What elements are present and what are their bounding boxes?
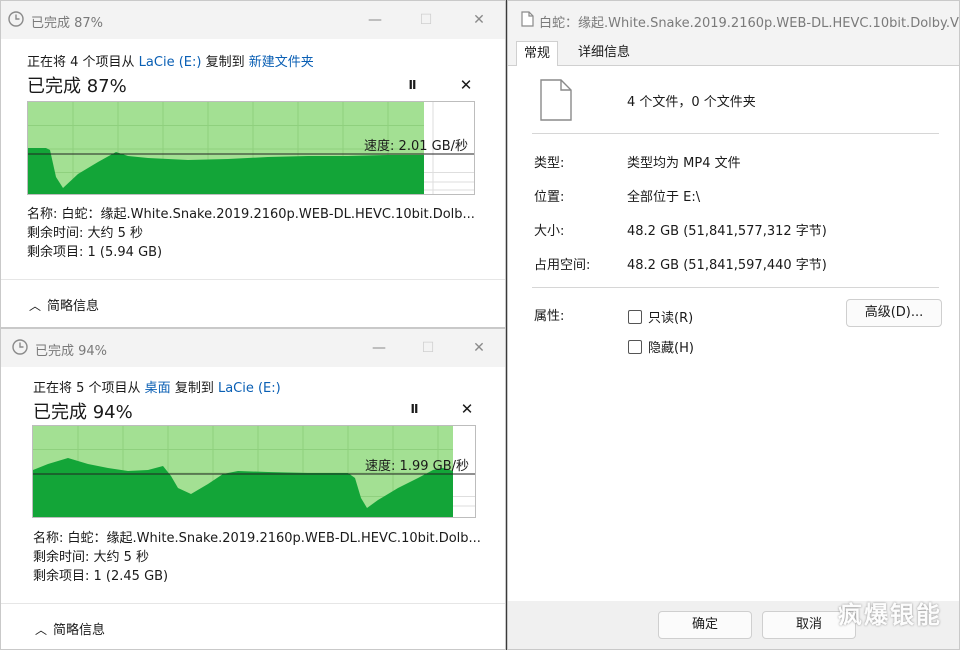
hidden-checkbox[interactable]: 隐藏(H) bbox=[628, 337, 694, 356]
cancel-copy-button[interactable]: ✕ bbox=[456, 75, 476, 95]
minimize-button[interactable]: — bbox=[357, 335, 401, 361]
title-bar: 白蛇：缘起.White.Snake.2019.2160p.WEB-DL.HEVC… bbox=[508, 1, 959, 39]
tab-bar: 常规 详细信息 bbox=[508, 39, 959, 66]
window-title: 白蛇：缘起.White.Snake.2019.2160p.WEB-DL.HEVC… bbox=[539, 16, 960, 31]
chevron-up-icon: ︿ bbox=[35, 623, 48, 637]
title-bar: 已完成 94% — ☐ ✕ bbox=[1, 329, 505, 367]
disk-size-value: 48.2 GB (51,841,597,440 字节) bbox=[627, 258, 827, 273]
checkbox-box[interactable] bbox=[628, 340, 642, 354]
size-label: 大小: bbox=[534, 224, 565, 239]
copy-dialog-2: 已完成 94% — ☐ ✕ 正在将 5 个项目从 桌面 复制到 LaCie (E… bbox=[0, 328, 506, 650]
checkbox-box[interactable] bbox=[628, 310, 642, 324]
copy-description: 正在将 4 个项目从 LaCie (E:) 复制到 新建文件夹 bbox=[27, 51, 314, 70]
divider bbox=[532, 287, 939, 288]
location-value: 全部位于 E:\ bbox=[627, 190, 701, 205]
file-name: 名称: 白蛇：缘起.White.Snake.2019.2160p.WEB-DL.… bbox=[27, 207, 475, 222]
percent-complete: 已完成 94% bbox=[33, 402, 133, 423]
copy-text: 正在将 4 个项目从 bbox=[27, 55, 139, 70]
speed-label: 速度: 1.99 GB/秒 bbox=[365, 459, 469, 474]
pause-button[interactable]: II bbox=[402, 75, 422, 95]
tab-details[interactable]: 详细信息 bbox=[571, 41, 637, 65]
percent-complete: 已完成 87% bbox=[27, 76, 127, 97]
watermark-text: 疯爆银能 bbox=[838, 601, 942, 629]
maximize-button[interactable]: ☐ bbox=[404, 7, 448, 33]
copy-description: 正在将 5 个项目从 桌面 复制到 LaCie (E:) bbox=[33, 377, 281, 396]
readonly-label: 只读(R) bbox=[648, 311, 694, 326]
copy-text: 复制到 bbox=[201, 55, 249, 70]
ok-button[interactable]: 确定 bbox=[658, 611, 752, 639]
title-bar: 已完成 87% — ☐ ✕ bbox=[1, 1, 505, 39]
file-icon bbox=[540, 79, 572, 121]
size-value: 48.2 GB (51,841,577,312 字节) bbox=[627, 224, 827, 239]
divider bbox=[1, 603, 505, 604]
readonly-checkbox[interactable]: 只读(R) bbox=[628, 307, 693, 326]
document-icon bbox=[521, 11, 534, 27]
chevron-up-icon: ︿ bbox=[29, 299, 42, 313]
destination-link[interactable]: 新建文件夹 bbox=[249, 55, 314, 70]
file-name: 名称: 白蛇：缘起.White.Snake.2019.2160p.WEB-DL.… bbox=[33, 531, 481, 546]
tab-general[interactable]: 常规 bbox=[516, 41, 559, 66]
time-remaining: 剩余时间: 大约 5 秒 bbox=[27, 226, 144, 241]
items-remaining: 剩余项目: 1 (5.94 GB) bbox=[27, 245, 163, 260]
close-button[interactable]: ✕ bbox=[457, 7, 501, 33]
time-remaining: 剩余时间: 大约 5 秒 bbox=[33, 550, 150, 565]
disk-size-label: 占用空间: bbox=[534, 258, 591, 273]
minimize-button[interactable]: — bbox=[353, 7, 397, 33]
copy-text: 复制到 bbox=[170, 381, 218, 396]
location-label: 位置: bbox=[534, 190, 565, 205]
speed-graph: 速度: 2.01 GB/秒 bbox=[27, 101, 475, 195]
source-link[interactable]: LaCie (E:) bbox=[139, 55, 202, 70]
copy-dialog-1: 已完成 87% — ☐ ✕ 正在将 4 个项目从 LaCie (E:) 复制到 … bbox=[0, 0, 506, 328]
divider bbox=[532, 133, 939, 134]
source-link[interactable]: 桌面 bbox=[145, 381, 171, 396]
hidden-label: 隐藏(H) bbox=[648, 341, 694, 356]
summary-label: 简略信息 bbox=[47, 299, 100, 314]
type-value: 类型均为 MP4 文件 bbox=[627, 156, 741, 171]
destination-link[interactable]: LaCie (E:) bbox=[218, 381, 281, 396]
pause-button[interactable]: II bbox=[404, 399, 424, 419]
fewer-details-toggle[interactable]: ︿ 简略信息 bbox=[35, 619, 105, 638]
type-label: 类型: bbox=[534, 156, 565, 171]
close-button[interactable]: ✕ bbox=[457, 335, 501, 361]
copy-text: 正在将 5 个项目从 bbox=[33, 381, 145, 396]
window-title: 已完成 94% bbox=[35, 344, 108, 359]
items-remaining: 剩余项目: 1 (2.45 GB) bbox=[33, 569, 169, 584]
summary-label: 简略信息 bbox=[53, 623, 106, 638]
window-title: 已完成 87% bbox=[31, 16, 104, 31]
clock-icon bbox=[12, 339, 28, 355]
properties-dialog: 白蛇：缘起.White.Snake.2019.2160p.WEB-DL.HEVC… bbox=[507, 0, 960, 650]
clock-icon bbox=[8, 11, 24, 27]
cancel-copy-button[interactable]: ✕ bbox=[457, 399, 477, 419]
advanced-button[interactable]: 高级(D)... bbox=[846, 299, 942, 327]
divider bbox=[1, 279, 505, 280]
speed-label: 速度: 2.01 GB/秒 bbox=[364, 139, 468, 154]
speed-graph: 速度: 1.99 GB/秒 bbox=[32, 425, 476, 518]
maximize-button[interactable]: ☐ bbox=[406, 335, 450, 361]
file-count: 4 个文件，0 个文件夹 bbox=[627, 95, 756, 110]
fewer-details-toggle[interactable]: ︿ 简略信息 bbox=[29, 295, 99, 314]
attributes-label: 属性: bbox=[534, 309, 565, 324]
